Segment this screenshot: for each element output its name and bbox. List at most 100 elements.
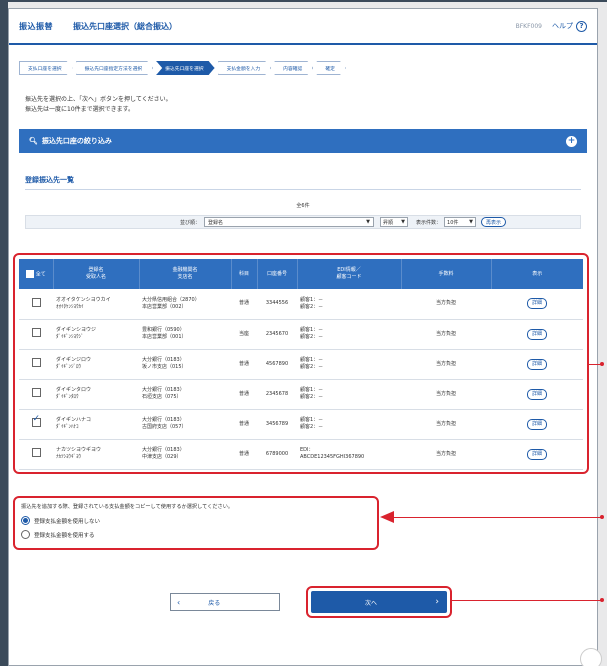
- radio-copy-label: 登録支払金額を使用する: [34, 532, 95, 539]
- detail-button[interactable]: 詳細: [526, 388, 547, 400]
- fee-cell: 当方負担: [435, 330, 456, 337]
- row-checkbox[interactable]: [31, 448, 41, 457]
- account-cell: 3456789: [265, 420, 289, 427]
- next-button[interactable]: 次へ ›: [311, 591, 447, 613]
- radio-no-copy[interactable]: [21, 516, 30, 525]
- expand-plus-icon[interactable]: +: [566, 135, 577, 147]
- table-row: ダイギンタロウ ﾀﾞｲｷﾞﾝﾀﾛｳ 大分銀行（0183） 石垣支店（075） 普通 …: [19, 379, 583, 409]
- edi-cell: 顧客1：－ 顧客2：－: [300, 417, 324, 430]
- row-checkbox[interactable]: [31, 297, 41, 307]
- fee-cell: 当方負担: [435, 360, 456, 367]
- payee-table-highlight: 全て 登録名 受取人名 金融機関名 支店名 科目 口座番号 EDI情報／ 顧客コード …: [13, 253, 589, 474]
- fee-cell: 当方負担: [435, 420, 456, 427]
- row-checkbox[interactable]: [31, 358, 41, 367]
- help-label: ヘルプ: [552, 22, 573, 30]
- row-select-cell[interactable]: [19, 439, 53, 469]
- bank-cell: 大分県信用組合（2870） 本店営業部（002）: [142, 296, 200, 310]
- redisplay-button[interactable]: 再表示: [481, 217, 507, 227]
- step-5: 内容確認: [274, 61, 313, 75]
- radio-copy[interactable]: [21, 530, 30, 539]
- edi-cell: EDI： ABCDE12345FGHI367890: [300, 447, 365, 460]
- radio-option-copy[interactable]: 登録支払金額を使用する: [21, 530, 371, 539]
- step-breadcrumb: 支払口座を選択 振込先口座指定方法を選択 振込先口座を選択 支払金額を入力 内容…: [9, 45, 597, 75]
- payee-name-cell: オオイタケンシヨウカイ ｵｵｲﾀｹﾝｼﾖｳｶｲ: [56, 296, 111, 310]
- detail-button[interactable]: 詳細: [526, 418, 547, 430]
- detail-button[interactable]: 詳細: [526, 298, 547, 310]
- page-title: 振込先口座選択（総合振込）: [73, 21, 177, 31]
- instructions: 振込先を選択の上、「次へ」ボタンを押してください。 振込先は一度に10件まで選択…: [9, 75, 597, 115]
- chevron-down-icon: ▼: [469, 219, 474, 225]
- callout-dot-next: [600, 598, 604, 602]
- type-cell: 普通: [238, 420, 249, 427]
- row-select-cell[interactable]: [19, 409, 53, 439]
- edi-header: EDI情報／ 顧客コード: [297, 259, 402, 289]
- sort-label: 並び順：: [180, 219, 201, 226]
- row-checkbox[interactable]: [31, 328, 41, 337]
- filter-label: 振込先口座の絞り込み: [41, 137, 112, 145]
- bank-cell: 大分銀行（0183） 古国府支店（057）: [142, 417, 187, 430]
- detail-cell: 詳細: [491, 439, 583, 469]
- amount-copy-options: 振込先を追加する際、登録されている支払金額をコピーして使用するか選択してください…: [13, 496, 379, 550]
- select-all-checkbox[interactable]: [25, 269, 34, 278]
- row-checkbox[interactable]: [31, 388, 41, 397]
- fee-cell: 当方負担: [435, 450, 456, 457]
- filter-accordion[interactable]: 🔍︎ 振込先口座の絞り込み +: [19, 129, 587, 153]
- account-header: 口座番号: [257, 259, 298, 289]
- table-row: ダイギンハナコﾀﾞｲｷﾞﾝﾊﾅｺ 大分銀行（0183）古国府支店（057） 普通…: [19, 409, 583, 439]
- account-cell: 4567890: [265, 360, 289, 367]
- row-checkbox[interactable]: [31, 416, 41, 427]
- detail-button[interactable]: 詳細: [526, 358, 547, 370]
- bank-header: 金融機関名 支店名: [139, 259, 232, 289]
- help-icon: ?: [576, 20, 587, 32]
- bank-cell: 大分銀行（0183） 石垣支店（075）: [142, 387, 185, 400]
- window-frame-left: [0, 0, 8, 666]
- total-count: 全6件: [296, 203, 310, 209]
- select-all-header[interactable]: 全て: [19, 259, 54, 289]
- step-6: 確定: [316, 61, 346, 75]
- next-label: 次へ: [365, 599, 378, 607]
- detail-cell: 詳細: [491, 319, 583, 349]
- per-page-select[interactable]: 10件 ▼: [444, 217, 477, 227]
- payee-table: 全て 登録名 受取人名 金融機関名 支店名 科目 口座番号 EDI情報／ 顧客コード …: [19, 259, 583, 470]
- row-select-cell[interactable]: [19, 379, 53, 409]
- header: 振込振替 振込先口座選択（総合振込） BFKF009 ヘルプ ?: [9, 9, 597, 45]
- edi-cell: 顧客1：－ 顧客2：－: [300, 357, 324, 370]
- row-select-cell[interactable]: [19, 349, 53, 379]
- step-4: 支払金額を入力: [218, 61, 272, 75]
- radio-no-copy-label: 登録支払金額を使用しない: [34, 518, 101, 525]
- show-header: 表示: [532, 270, 543, 277]
- chevron-right-icon: ›: [435, 597, 439, 607]
- fee-cell: 当方負担: [435, 390, 456, 397]
- step-1: 支払口座を選択: [19, 61, 73, 75]
- bank-cell: 大分銀行（0183） 坂ノ市支店（015）: [142, 357, 187, 370]
- bank-cell: 大分銀行（0183） 中津支店（029）: [142, 447, 185, 460]
- edi-cell: 顧客1：－ 顧客2：－: [300, 387, 324, 400]
- account-cell: 3344556: [265, 300, 289, 307]
- row-select-cell[interactable]: [19, 319, 53, 349]
- type-cell: 当座: [238, 330, 249, 337]
- detail-cell: 詳細: [491, 379, 583, 409]
- help-link[interactable]: ヘルプ ?: [552, 20, 587, 32]
- scroll-top-button[interactable]: [580, 648, 602, 666]
- row-select-cell[interactable]: [19, 289, 53, 319]
- sort-select[interactable]: 登録名 ▼: [204, 217, 375, 227]
- per-page-label: 表示件数：: [416, 219, 442, 226]
- type-cell: 普通: [238, 360, 249, 367]
- fee-cell: 当方負担: [435, 300, 456, 307]
- detail-cell: 詳細: [491, 349, 583, 379]
- instruction-line-1: 振込先を選択の上、「次へ」ボタンを押してください。: [25, 96, 172, 103]
- back-button[interactable]: ‹ 戻る: [170, 593, 280, 611]
- detail-button[interactable]: 詳細: [526, 328, 547, 340]
- payee-name-cell: ダイギンシヨウジ ﾀﾞｲｷﾞﾝｼﾖｳｼﾞ: [56, 327, 97, 340]
- radio-option-no-copy[interactable]: 登録支払金額を使用しない: [21, 516, 371, 525]
- step-2: 振込先口座指定方法を選択: [76, 61, 154, 75]
- fee-header: 手数料: [401, 259, 492, 289]
- type-header: 科目: [231, 259, 258, 289]
- payee-name-cell: ダイギンハナコ ﾀﾞｲｷﾞﾝﾊﾅｺ: [56, 417, 92, 430]
- sort-value: 登録名: [208, 219, 224, 226]
- next-button-highlight: 次へ ›: [306, 586, 452, 618]
- order-select[interactable]: 昇順 ▼: [380, 217, 409, 227]
- bank-cell: 豊和銀行（0590） 本店営業部（001）: [142, 327, 187, 340]
- options-instruction: 振込先を追加する際、登録されている支払金額をコピーして使用するか選択してください…: [21, 504, 234, 510]
- detail-button[interactable]: 詳細: [526, 448, 547, 460]
